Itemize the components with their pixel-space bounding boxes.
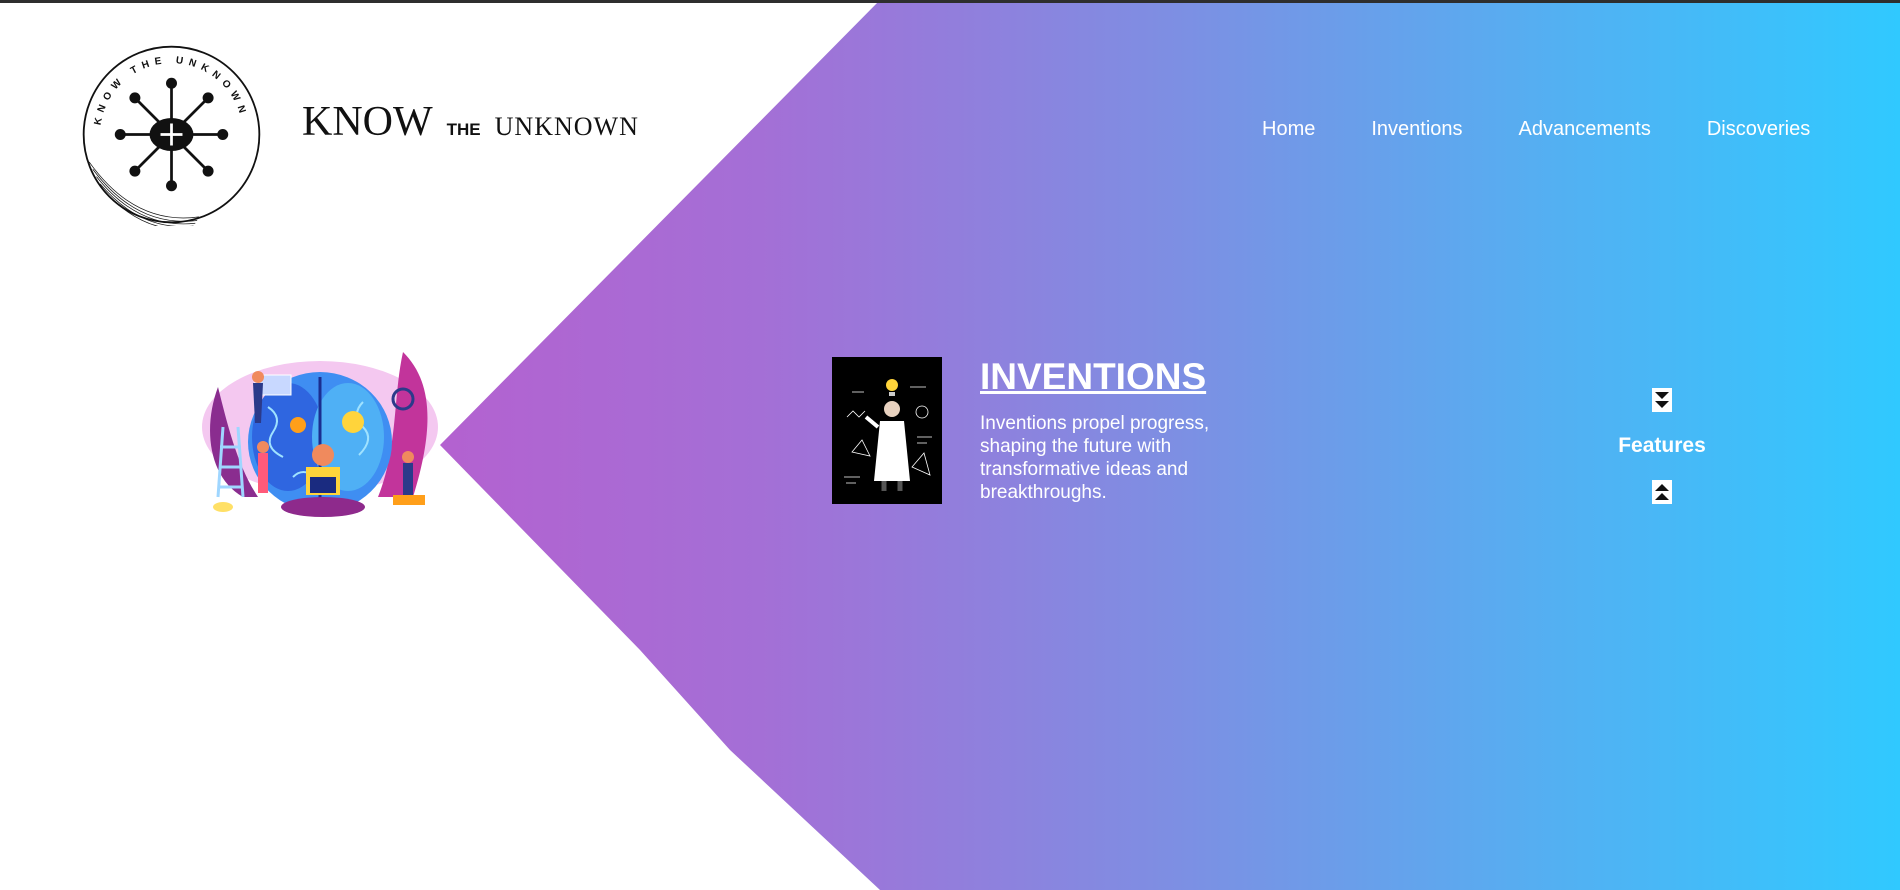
inventor-image <box>832 357 942 504</box>
top-border <box>0 0 1900 3</box>
features-label[interactable]: Features <box>1572 434 1752 458</box>
main-nav: Home Inventions Advancements Discoveries <box>1262 118 1866 141</box>
nav-advancements[interactable]: Advancements <box>1519 118 1651 141</box>
brain-illustration <box>202 352 438 517</box>
double-chevron-up-icon <box>1655 484 1669 500</box>
nav-home[interactable]: Home <box>1262 118 1315 141</box>
features-panel: Features <box>1572 388 1752 504</box>
site-brand[interactable]: KNOW THE UNKNOWN <box>302 98 639 146</box>
brand-word-the: THE <box>446 120 481 139</box>
brand-word-know: KNOW <box>302 99 433 145</box>
nav-discoveries[interactable]: Discoveries <box>1707 118 1810 141</box>
double-chevron-down-icon <box>1655 392 1669 408</box>
card-description: Inventions propel progress, shaping the … <box>980 413 1210 503</box>
logo-icon[interactable]: KNOW THE UNKNOWN <box>80 43 263 226</box>
nav-inventions[interactable]: Inventions <box>1371 118 1462 141</box>
scroll-up-button[interactable] <box>1652 480 1672 504</box>
card-title[interactable]: INVENTIONS <box>980 356 1206 398</box>
inventor-figure-icon <box>832 357 942 504</box>
brand-word-unknown: UNKNOWN <box>494 112 639 141</box>
scroll-down-button[interactable] <box>1652 388 1672 412</box>
